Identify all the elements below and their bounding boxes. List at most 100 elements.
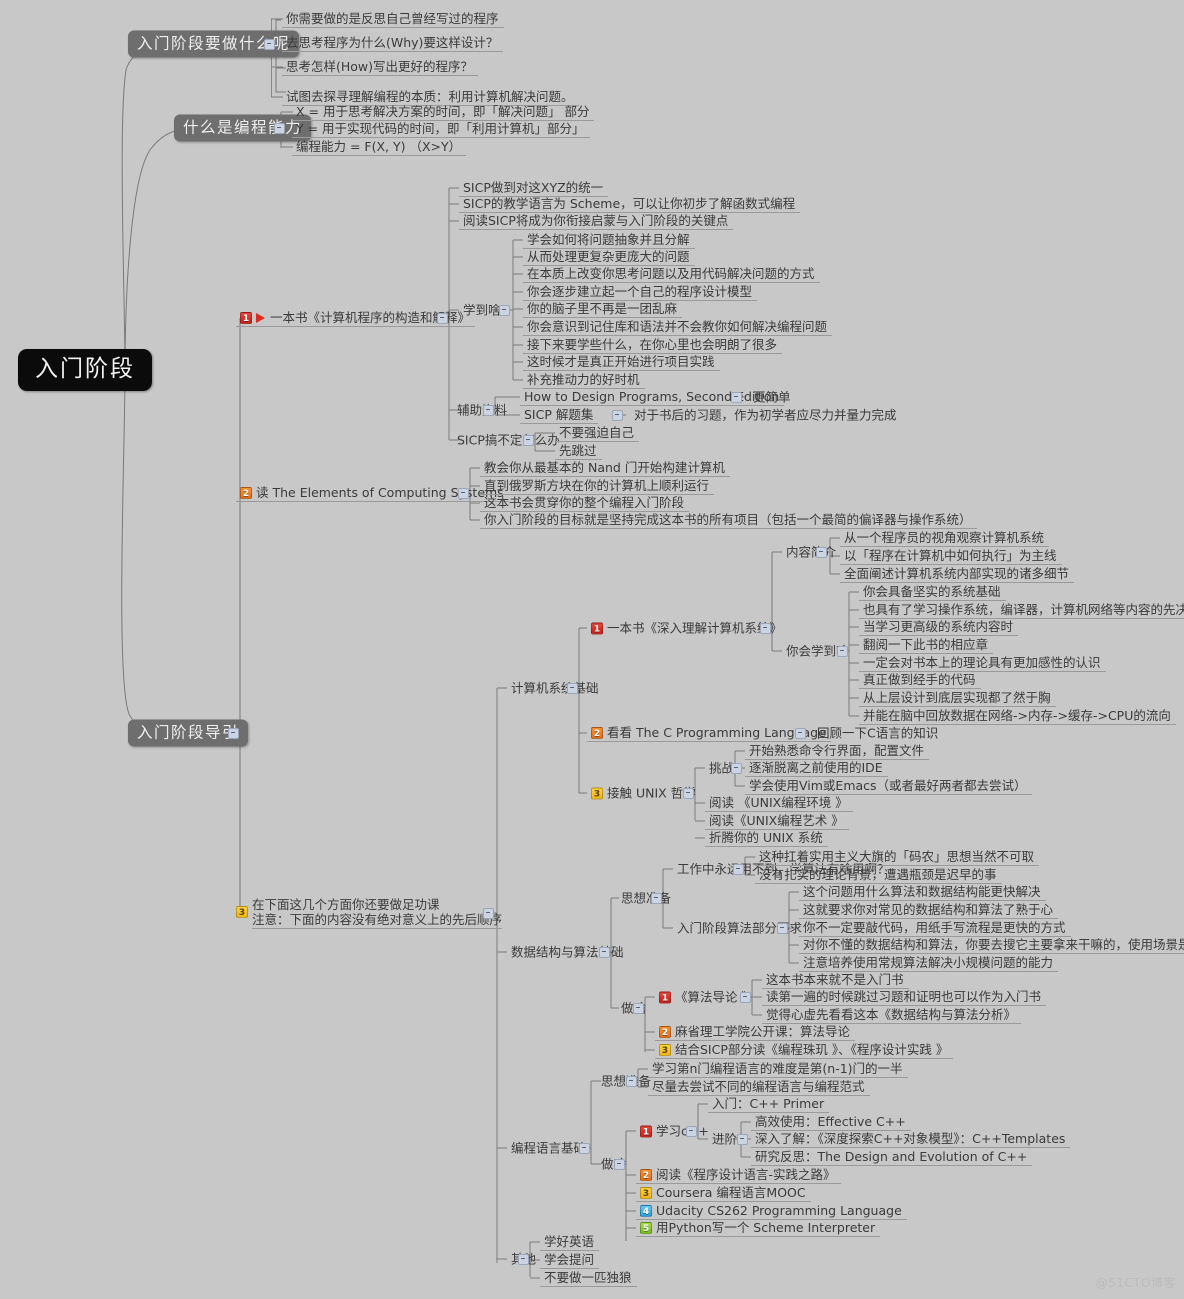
item-learn-cpp[interactable]: 1 学习c++: [636, 1123, 714, 1140]
collapse-handle-lang-do[interactable]: [614, 1159, 625, 1170]
list-item: 编程能力 = F(X, Y) （X>Y）: [292, 138, 467, 156]
group-csapp-overview[interactable]: 内容简介: [782, 544, 841, 561]
collapse-handle-c-book[interactable]: [795, 728, 806, 739]
list-item: 你需要做的是反思自己曾经写过的程序: [282, 10, 504, 28]
list-item: 这种扛着实用主义大旗的「码农」思想当然不可取: [755, 848, 1040, 866]
item-homework[interactable]: 3 在下面这几个方面你还要做足功课 注意：下面的内容没有绝对意义上的先后顺序: [236, 897, 503, 929]
list-item: 高效使用：Effective C++: [751, 1113, 911, 1131]
list-item: 研究反思：The Design and Evolution of C++: [751, 1148, 1033, 1166]
collapse-handle-csapp-learn[interactable]: [837, 646, 848, 657]
collapse-handle-unix[interactable]: [683, 788, 694, 799]
list-item: 入门：C++ Primer: [708, 1095, 830, 1113]
collapse-handle-algo-requirements[interactable]: [777, 923, 788, 934]
list-item: 学好英语: [540, 1233, 600, 1251]
item-programming-pearls[interactable]: 3 结合SICP部分读《编程珠玑 》、《程序设计实践 》: [655, 1041, 954, 1059]
collapse-handle-csapp-overview[interactable]: [816, 547, 827, 558]
list-item: SICP 解题集: [520, 406, 599, 424]
list-item: 从上层设计到底层实现都了然于胸: [859, 689, 1056, 707]
list-item: 补充推动力的好时机: [523, 371, 645, 389]
collapse-handle-hdp[interactable]: [731, 392, 742, 403]
list-item: 觉得心虚先看看这本《数据结构与算法分析》: [762, 1006, 1022, 1024]
list-item: 尽量去尝试不同的编程语言与编程范式: [648, 1078, 870, 1096]
item-label-line1: 在下面这几个方面你还要做足功课: [252, 897, 440, 912]
item-label-line2: 注意：下面的内容没有绝对意义上的先后顺序: [252, 912, 503, 927]
collapse-handle-b1[interactable]: [264, 39, 275, 50]
list-item: 一定会对书本上的理论具有更加感性的认识: [859, 654, 1106, 672]
collapse-handle-algo-do[interactable]: [633, 1003, 644, 1014]
list-item: 直到俄罗斯方块在你的计算机上顺利运行: [480, 477, 715, 495]
collapse-handle-sicp-solutions[interactable]: [612, 410, 623, 421]
list-item: 你入门阶段的目标就是坚持完成这本书的所有项目（包括一个最简的偏译器与操作系统）: [480, 511, 977, 529]
collapse-handle-b3[interactable]: [228, 728, 239, 739]
list-item: 阅读《UNIX编程艺术 》: [705, 812, 849, 830]
list-item: 学会使用Vim或Emacs（或者最好两者都去尝试）: [745, 777, 1032, 795]
collapse-handle-other[interactable]: [518, 1254, 529, 1265]
list-item: 不要做一匹独狼: [540, 1269, 637, 1287]
collapse-handle-computer-systems[interactable]: [567, 683, 578, 694]
badge-1: 1: [591, 622, 603, 634]
list-item: 不要强迫自己: [555, 424, 640, 442]
item-coursera-mooc[interactable]: 3 Coursera 编程语言MOOC: [636, 1184, 811, 1202]
collapse-handle-sicp-learn[interactable]: [499, 305, 510, 316]
item-pl-pragmatics[interactable]: 2 阅读《程序设计语言-实践之路》: [636, 1166, 841, 1184]
collapse-handle-sicp[interactable]: [437, 313, 448, 324]
item-python-scheme-interpreter[interactable]: 5 用Python写一个 Scheme Interpreter: [636, 1219, 881, 1237]
item-mit-course[interactable]: 2 麻省理工学院公开课：算法导论: [655, 1023, 856, 1041]
list-item: 以「程序在计算机中如何执行」为主线: [840, 547, 1062, 565]
collapse-handle-data-structures[interactable]: [599, 947, 610, 958]
list-item: 思考怎样(How)写出更好的程序？: [282, 58, 479, 76]
note-text: 回顾一下C语言的知识: [817, 725, 939, 741]
list-item: 读第一遍的时候跳过习题和证明也可以作为入门书: [762, 988, 1047, 1006]
collapse-handle-unix-challenge[interactable]: [731, 763, 742, 774]
list-item: 阅读 《UNIX编程环境 》: [705, 794, 853, 812]
list-item: 接下来要学些什么，在你心里也会明朗了很多: [523, 336, 783, 354]
list-item: 翻阅一下此书的相应章: [859, 636, 994, 654]
list-item: 学会提问: [540, 1251, 600, 1269]
collapse-handle-b2[interactable]: [274, 123, 285, 134]
list-item: 去思考程序为什么(Why)要这样设计？: [282, 34, 504, 52]
collapse-handle-lang-mindset[interactable]: [626, 1076, 637, 1087]
collapse-handle-learn-cpp[interactable]: [686, 1126, 697, 1137]
item-udacity-cs262[interactable]: 4 Udacity CS262 Programming Language: [636, 1202, 907, 1220]
badge-2: 2: [640, 1168, 652, 1181]
collapse-handle-algo-why[interactable]: [733, 864, 744, 875]
watermark: @51CTO博客: [1095, 1276, 1176, 1290]
collapse-handle-programming-languages[interactable]: [579, 1143, 590, 1154]
badge-3: 3: [640, 1186, 652, 1199]
branch-what-is-programming-ability[interactable]: 什么是编程能力: [174, 114, 312, 142]
collapse-handle-algo-mindset[interactable]: [651, 893, 662, 904]
badge-1: 1: [240, 311, 252, 324]
badge-3: 3: [591, 787, 603, 799]
root-node[interactable]: 入门阶段: [18, 349, 152, 391]
list-item: 这本书本来就不是入门书: [762, 971, 909, 989]
item-csapp-book[interactable]: 1 一本书《深入理解计算机系统》: [587, 620, 787, 637]
item-label: 一本书《深入理解计算机系统》: [607, 620, 783, 636]
collapse-handle-sicp-supplement[interactable]: [483, 405, 494, 416]
note-text: 更简单: [753, 389, 791, 405]
badge-4: 4: [640, 1204, 652, 1217]
list-item: 这就要求你对常见的数据结构和算法了熟于心: [799, 901, 1059, 919]
collapse-handle-cpp-advanced[interactable]: [737, 1134, 748, 1145]
collapse-handle-homework[interactable]: [483, 908, 494, 919]
section-computer-systems[interactable]: 计算机系统基础: [507, 680, 604, 697]
list-item: X = 用于思考解决方案的时间，即「解决问题」 部分: [292, 103, 595, 121]
list-item: 你的脑子里不再是一团乱麻: [523, 300, 683, 318]
item-label: 用Python写一个 Scheme Interpreter: [656, 1220, 876, 1235]
group-algo-mindset[interactable]: 思想准备: [617, 890, 676, 907]
section-data-structures[interactable]: 数据结构与算法基础: [507, 944, 629, 961]
group-sicp-stuck[interactable]: SICP搞不定怎么办: [453, 432, 565, 449]
list-item: 这时候才是真正开始进行项目实践: [523, 353, 720, 371]
list-item: 你会具备坚实的系统基础: [859, 583, 1006, 601]
item-label: 学习c++: [656, 1123, 709, 1139]
collapse-handle-sicp-stuck[interactable]: [523, 435, 534, 446]
collapse-handle-csapp[interactable]: [760, 623, 771, 634]
list-item: 这个问题用什么算法和数据结构能更快解决: [799, 883, 1046, 901]
collapse-handle-clrs[interactable]: [740, 992, 751, 1003]
list-item: Y = 用于实现代码的时间，即「利用计算机」部分」: [292, 120, 590, 138]
collapse-handle-tecs[interactable]: [458, 488, 469, 499]
list-item: SICP的教学语言为 Scheme，可以让你初步了解函数式编程: [459, 195, 801, 213]
badge-3: 3: [659, 1043, 671, 1056]
badge-2: 2: [659, 1025, 671, 1038]
list-item: 并能在脑中回放数据在网络->内存->缓存->CPU的流向: [859, 707, 1176, 725]
list-item: 这本书会贯穿你的整个编程入门阶段: [480, 494, 690, 512]
